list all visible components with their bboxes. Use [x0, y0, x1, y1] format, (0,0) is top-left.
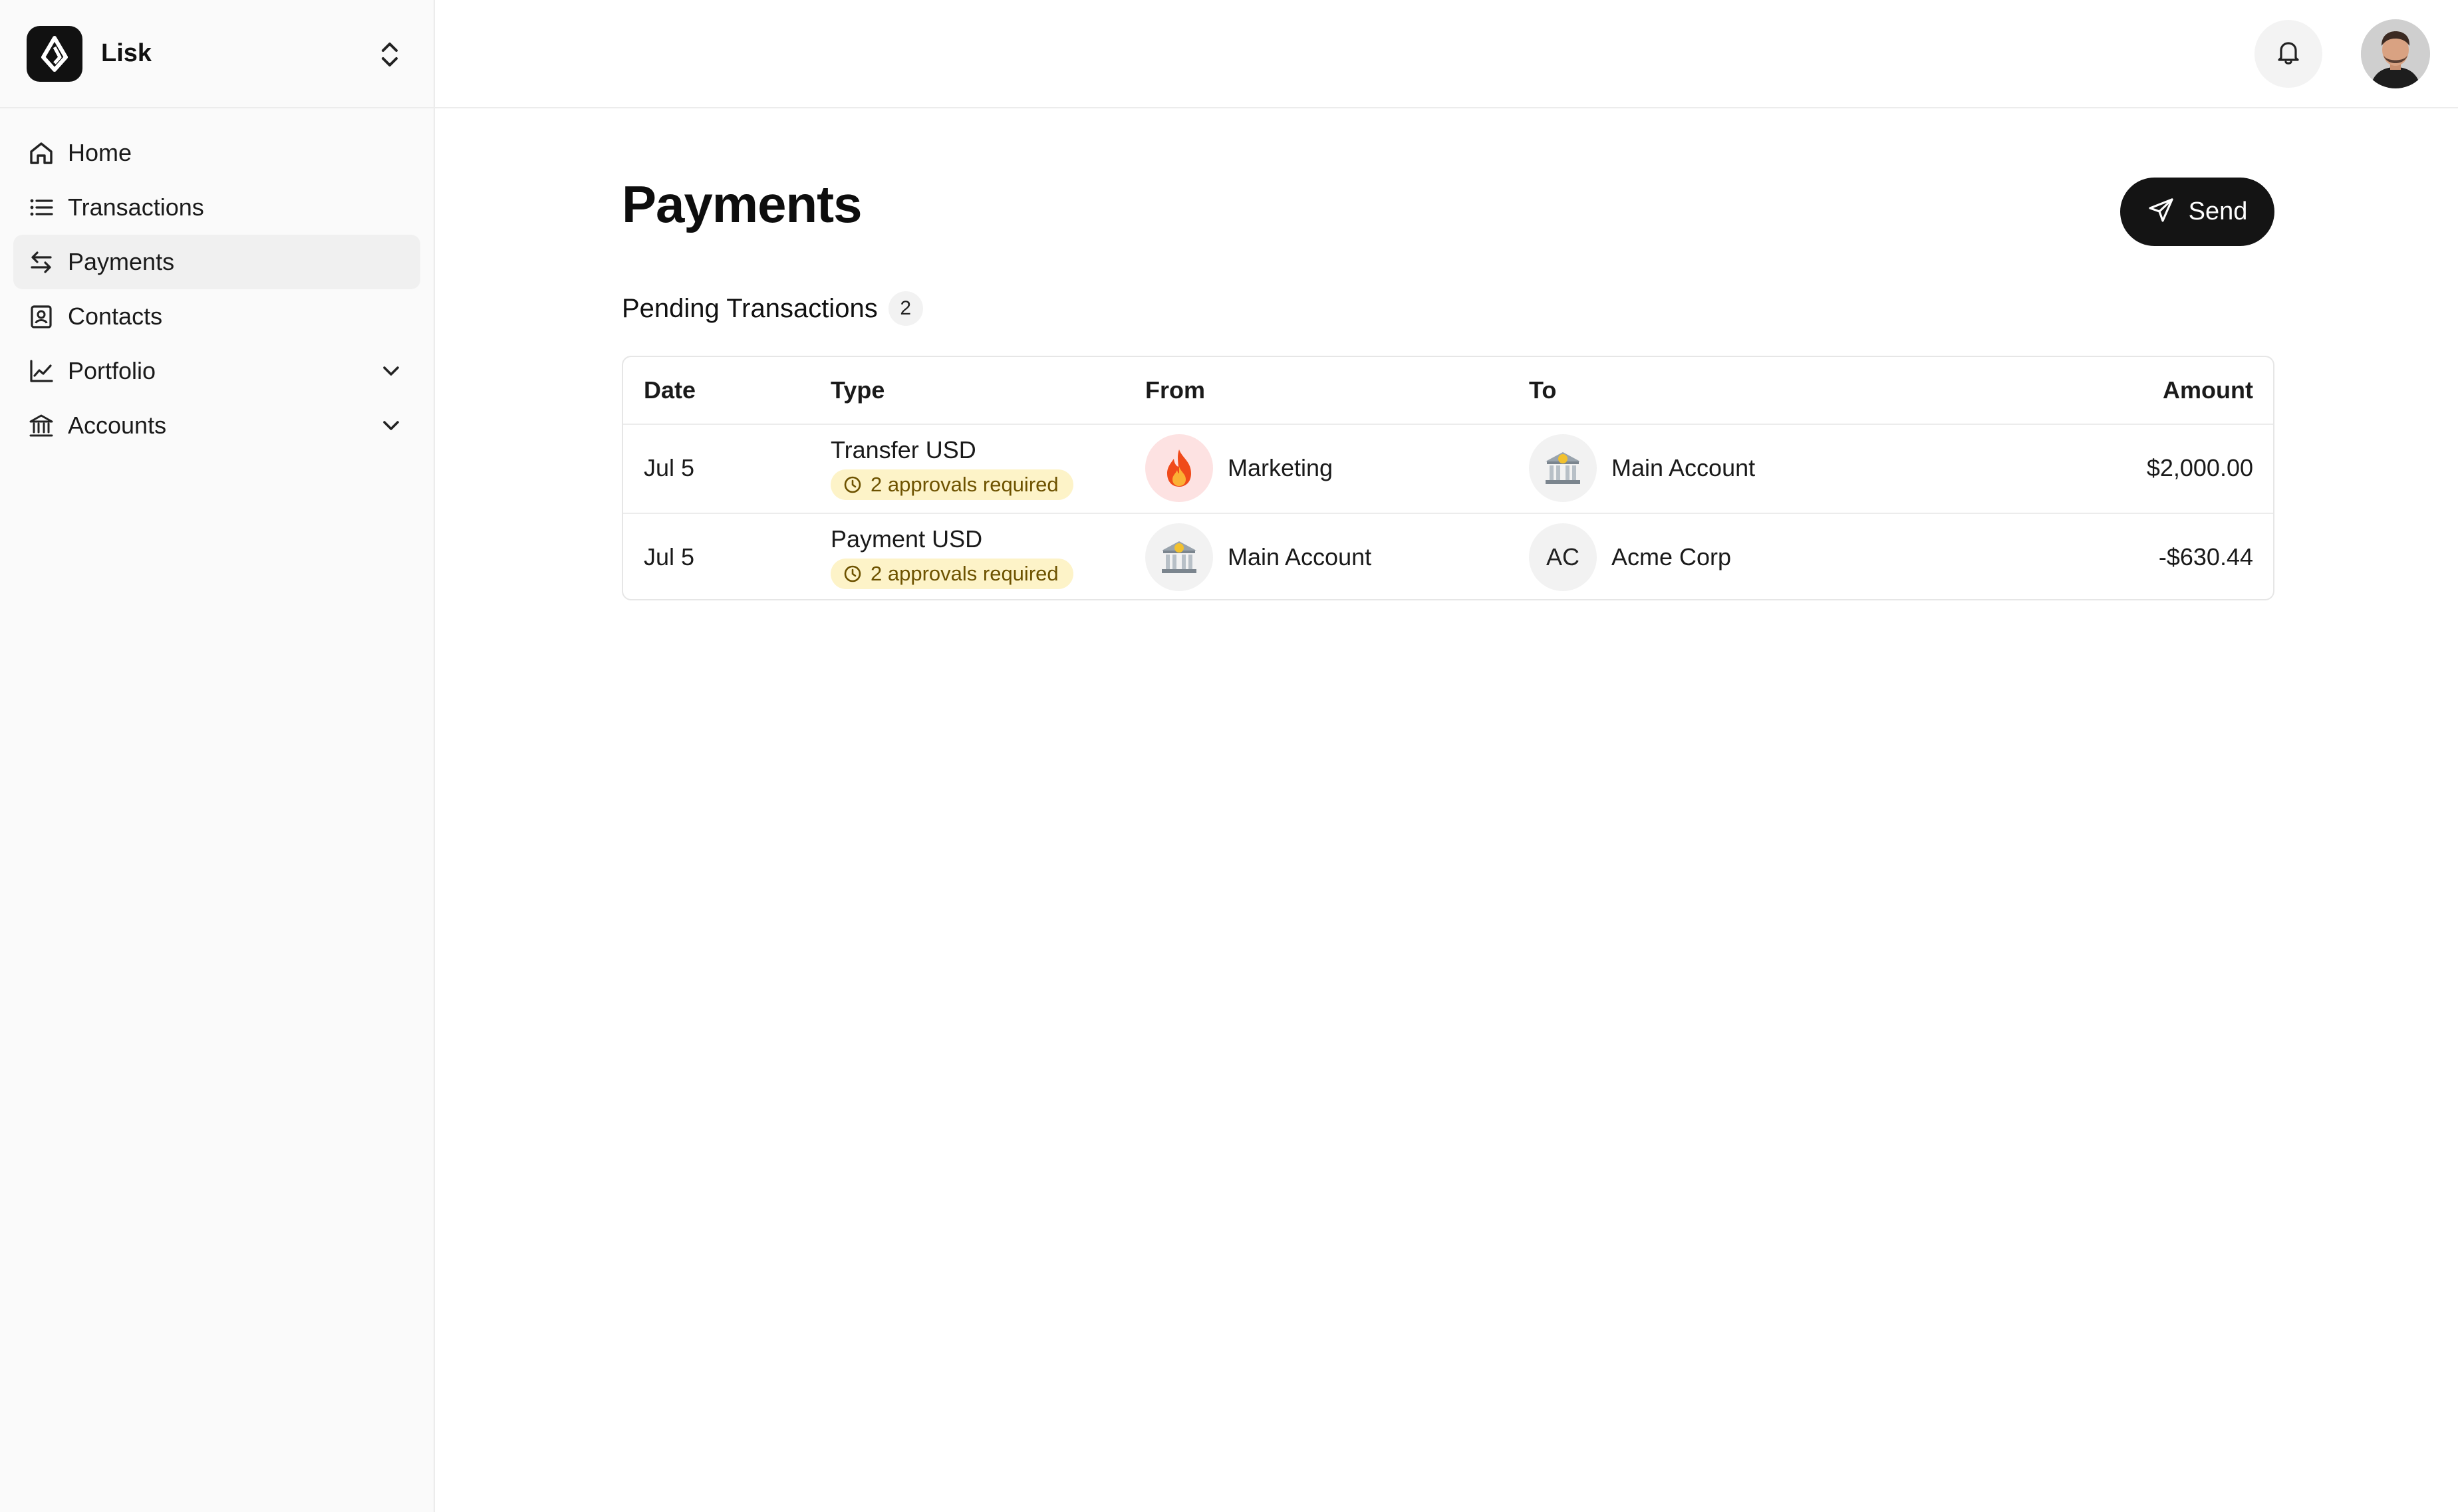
- row-type: Payment USD: [831, 525, 983, 553]
- sidebar-item-label: Contacts: [68, 303, 163, 330]
- table-row[interactable]: Jul 5 Payment USD 2 approvals required M…: [623, 513, 2273, 599]
- sidebar-item-home[interactable]: Home: [13, 126, 420, 180]
- contact-card-icon: [28, 303, 55, 330]
- row-amount: $2,000.00: [2146, 454, 2253, 481]
- column-header-date[interactable]: Date: [644, 357, 696, 424]
- sidebar-item-label: Portfolio: [68, 357, 156, 384]
- contact-initials: AC: [1546, 543, 1579, 570]
- sidebar-item-payments[interactable]: Payments: [13, 235, 420, 289]
- sidebar: Lisk Home Transactions Payments Contacts…: [0, 0, 435, 1512]
- notifications-button[interactable]: [2254, 20, 2322, 88]
- column-header-type[interactable]: Type: [831, 357, 885, 424]
- send-button[interactable]: Send: [2120, 178, 2274, 246]
- sidebar-item-transactions[interactable]: Transactions: [13, 180, 420, 235]
- table-header-row: Date Type From To Amount: [623, 357, 2273, 425]
- line-chart-icon: [28, 358, 55, 384]
- sidebar-item-label: Transactions: [68, 193, 204, 221]
- row-type: Transfer USD: [831, 436, 976, 463]
- approval-text: 2 approvals required: [871, 562, 1059, 585]
- row-date: Jul 5: [644, 543, 695, 570]
- sidebar-item-label: Payments: [68, 248, 175, 275]
- pending-transactions-table: Date Type From To Amount Jul 5 Transfer …: [622, 356, 2274, 600]
- chevron-down-icon[interactable]: [378, 412, 404, 439]
- bank-building-icon: [1529, 434, 1597, 502]
- row-amount: -$630.44: [2158, 543, 2253, 570]
- clock-icon: [844, 565, 861, 582]
- home-icon: [28, 140, 55, 166]
- table-row[interactable]: Jul 5 Transfer USD 2 approvals required: [623, 424, 2273, 514]
- contact-initials-avatar: AC: [1529, 523, 1597, 591]
- bell-icon: [2274, 39, 2302, 70]
- approval-badge: 2 approvals required: [831, 469, 1073, 500]
- bank-icon: [28, 412, 55, 439]
- sidebar-item-portfolio[interactable]: Portfolio: [13, 344, 420, 398]
- arrows-exchange-icon: [28, 249, 55, 275]
- sidebar-item-label: Home: [68, 139, 132, 166]
- column-header-amount[interactable]: Amount: [2163, 357, 2253, 424]
- page-title: Payments: [622, 175, 863, 233]
- column-header-from[interactable]: From: [1145, 357, 1205, 424]
- section-title: Pending Transactions: [622, 293, 878, 323]
- from-account-name: Marketing: [1228, 454, 1333, 481]
- sidebar-item-label: Accounts: [68, 412, 167, 439]
- chevron-up-down-icon[interactable]: [375, 37, 404, 72]
- from-account-name: Main Account: [1228, 543, 1372, 570]
- list-icon: [28, 194, 55, 221]
- row-date: Jul 5: [644, 454, 695, 481]
- column-header-to[interactable]: To: [1529, 357, 1556, 424]
- app-root: Lisk Home Transactions Payments Contacts…: [0, 0, 2458, 1512]
- fire-icon: [1145, 434, 1213, 502]
- sidebar-item-accounts[interactable]: Accounts: [13, 398, 420, 453]
- to-account-name: Main Account: [1611, 454, 1756, 481]
- pending-transactions-header: Pending Transactions 2: [622, 289, 923, 328]
- lisk-logo-icon: [27, 25, 82, 82]
- clock-icon: [844, 476, 861, 493]
- workspace-name: Lisk: [101, 39, 152, 67]
- send-button-label: Send: [2188, 197, 2248, 225]
- workspace-switcher[interactable]: Lisk: [0, 0, 434, 108]
- sidebar-nav: Home Transactions Payments Contacts Port…: [0, 108, 434, 453]
- bank-building-icon: [1145, 523, 1213, 591]
- sidebar-item-contacts[interactable]: Contacts: [13, 289, 420, 344]
- user-avatar[interactable]: [2361, 19, 2430, 88]
- top-bar: [435, 0, 2458, 108]
- to-account-name: Acme Corp: [1611, 543, 1732, 570]
- pending-count-badge: 2: [888, 291, 923, 326]
- chevron-down-icon[interactable]: [378, 358, 404, 384]
- paper-plane-icon: [2147, 196, 2175, 227]
- approval-text: 2 approvals required: [871, 473, 1059, 496]
- approval-badge: 2 approvals required: [831, 559, 1073, 589]
